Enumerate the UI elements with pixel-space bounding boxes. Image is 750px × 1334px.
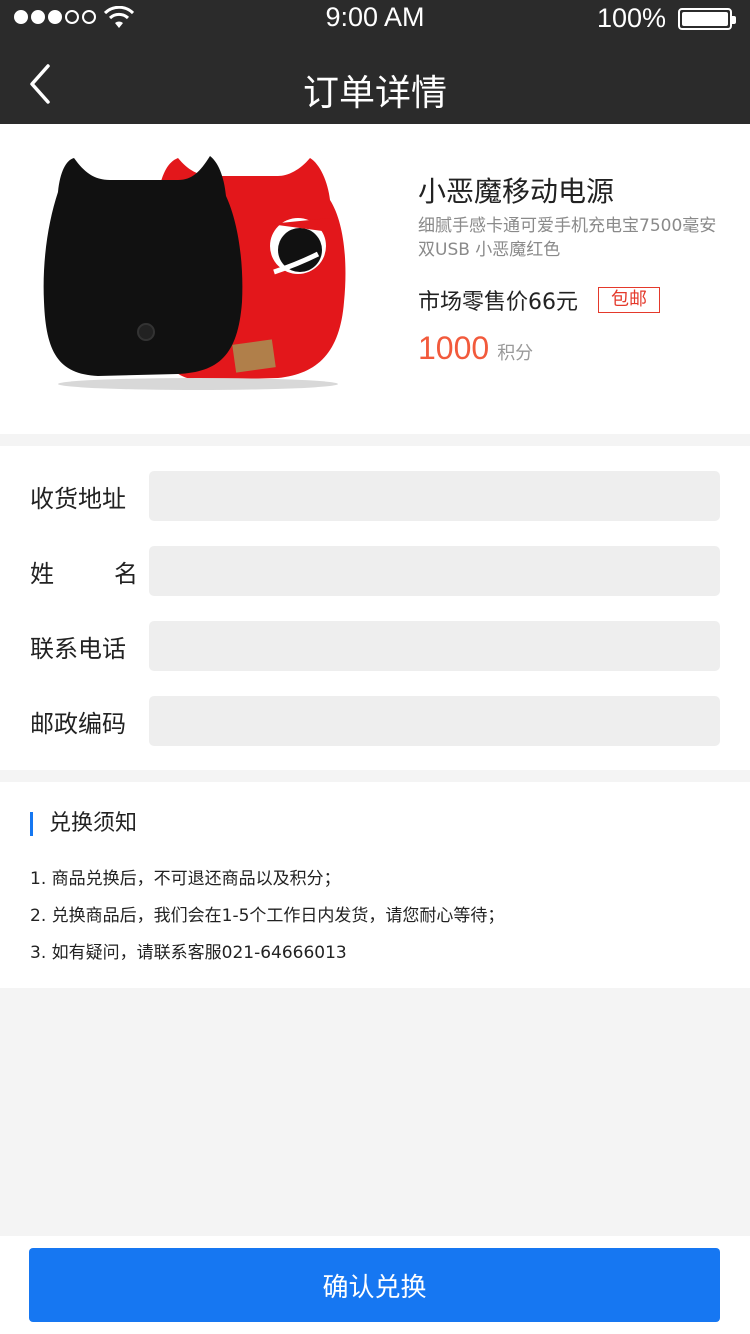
points-unit: 积分: [497, 343, 534, 364]
name-label-char: 名: [114, 560, 138, 588]
product-description: 细腻手感卡通可爱手机充电宝7500毫安双USB 小恶魔红色: [418, 216, 717, 260]
product-name: 小恶魔移动电源: [418, 175, 615, 208]
notice-title: 兑换须知: [30, 812, 137, 836]
notice-item: 2. 兑换商品后，我们会在1-5个工作日内发货，请您耐心等待；: [30, 906, 505, 926]
status-bar: 9:00 AM 100%: [0, 0, 750, 40]
zip-label: 邮政编码: [30, 710, 126, 738]
address-label: 收货地址: [30, 485, 126, 513]
top-bar: 9:00 AM 100% 订单详情: [0, 0, 750, 124]
phone-input[interactable]: [149, 621, 720, 671]
confirm-exchange-button[interactable]: 确认兑换: [29, 1248, 720, 1322]
name-input[interactable]: [149, 546, 720, 596]
bottom-bar: 确认兑换: [0, 1236, 750, 1334]
page-title: 订单详情: [302, 73, 447, 114]
points-row: 1000 积分: [418, 330, 533, 367]
shipping-form: 收货地址 姓名 联系电话 邮政编码: [0, 446, 750, 770]
market-price: 市场零售价66元: [418, 290, 578, 315]
address-row: 收货地址: [0, 471, 750, 521]
phone-label: 联系电话: [30, 635, 126, 663]
address-input[interactable]: [149, 471, 720, 521]
product-image: [43, 156, 346, 390]
battery-percent: 100%: [596, 3, 666, 33]
notice-item: 3. 如有疑问，请联系客服021-64666013: [30, 943, 347, 963]
exchange-notice: 兑换须知 1. 商品兑换后，不可退还商品以及积分； 2. 兑换商品后，我们会在1…: [0, 782, 750, 988]
shipping-badge: 包邮: [598, 287, 660, 313]
market-price-row: 市场零售价66元 包邮: [418, 284, 660, 316]
name-label-char: 姓: [30, 560, 54, 588]
battery-icon: [678, 8, 736, 30]
zip-row: 邮政编码: [0, 696, 750, 746]
notice-item: 1. 商品兑换后，不可退还商品以及积分；: [30, 869, 341, 889]
name-row: 姓名: [0, 546, 750, 596]
points-value: 1000: [418, 330, 490, 366]
zip-input[interactable]: [149, 696, 720, 746]
product-card: 小恶魔移动电源 细腻手感卡通可爱手机充电宝7500毫安双USB 小恶魔红色 市场…: [0, 124, 750, 434]
name-label: 姓名: [30, 554, 138, 589]
phone-row: 联系电话: [0, 621, 750, 671]
